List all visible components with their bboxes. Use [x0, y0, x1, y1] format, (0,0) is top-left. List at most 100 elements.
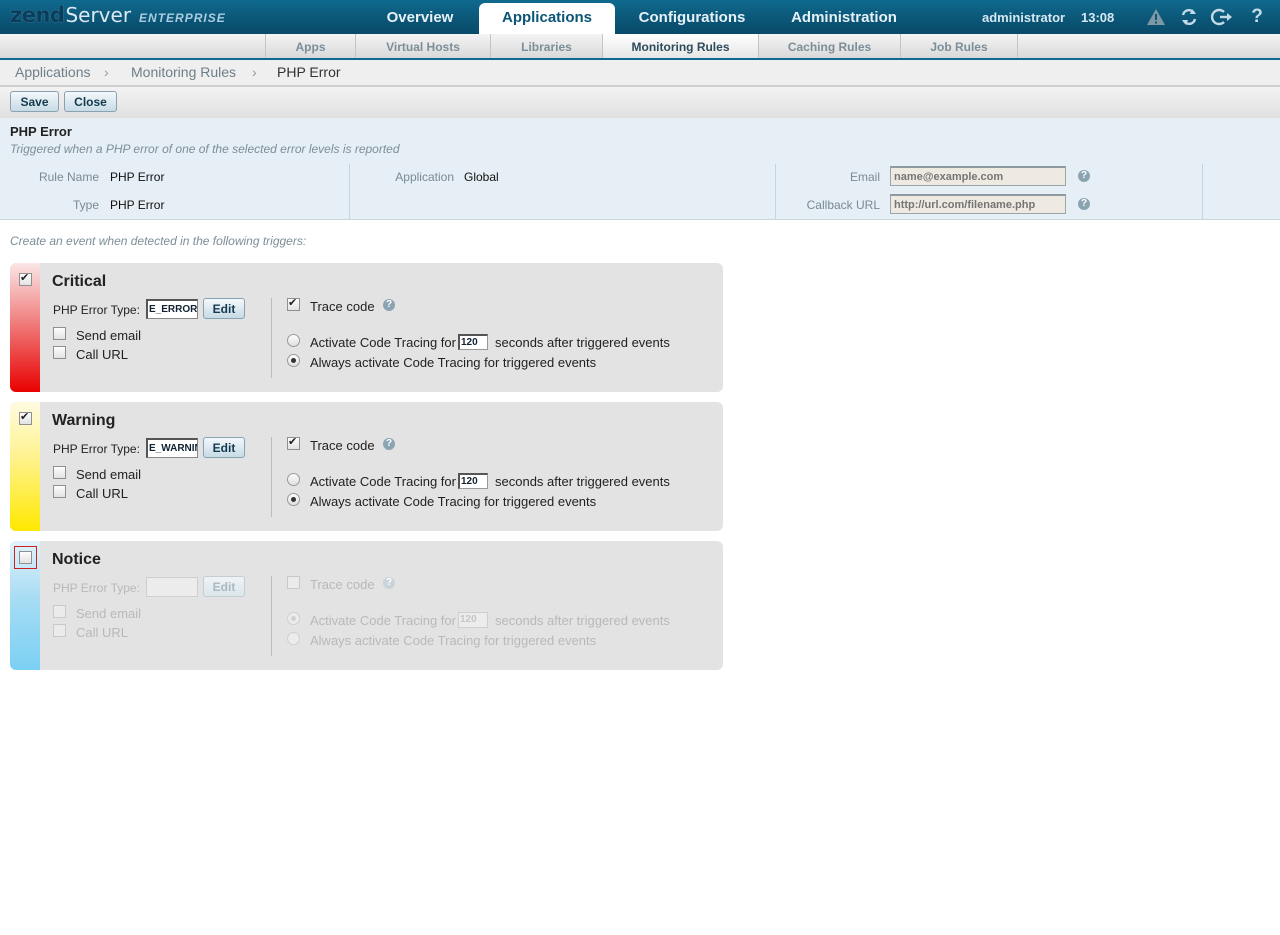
- rule-title: PHP Error: [10, 124, 72, 139]
- php-error-type-label: PHP Error Type:: [53, 581, 140, 595]
- top-navigation-bar: zend Server ENTERPRISE Overview Applicat…: [0, 0, 1280, 34]
- send-email-label: Send email: [76, 467, 142, 482]
- trigger-critical: Critical PHP Error Type: E_ERROR, Edit S…: [10, 263, 723, 392]
- send-email-checkbox[interactable]: [53, 327, 66, 340]
- main-tab-applications[interactable]: Applications: [479, 3, 615, 34]
- activate-tracing-suffix: seconds after triggered events: [495, 335, 670, 350]
- email-field[interactable]: [890, 166, 1066, 186]
- warning-icon[interactable]: [1145, 6, 1167, 28]
- trigger-warning: Warning PHP Error Type: E_WARNING Edit S…: [10, 402, 723, 531]
- save-button[interactable]: Save: [10, 91, 59, 112]
- edit-error-type-button[interactable]: Edit: [203, 576, 245, 597]
- breadcrumb-monitoring-rules[interactable]: Monitoring Rules: [131, 64, 236, 80]
- zend-server-logo: zend Server ENTERPRISE: [10, 3, 226, 31]
- always-activate-label: Always activate Code Tracing for trigger…: [310, 355, 597, 370]
- trigger-divider: [271, 298, 272, 378]
- php-error-type-label: PHP Error Type:: [53, 303, 140, 317]
- activate-tracing-suffix: seconds after triggered events: [495, 613, 670, 628]
- php-error-type-field[interactable]: [146, 577, 198, 597]
- always-activate-radio[interactable]: [287, 493, 300, 506]
- breadcrumb-applications[interactable]: Applications: [15, 64, 91, 80]
- send-email-checkbox[interactable]: [53, 466, 66, 479]
- php-error-type-field[interactable]: E_WARNING: [146, 438, 198, 458]
- subtab-monitoring-rules[interactable]: Monitoring Rules: [602, 34, 758, 58]
- tracing-seconds-field[interactable]: 120: [458, 334, 488, 350]
- refresh-icon[interactable]: [1178, 6, 1200, 28]
- callback-url-label: Callback URL: [806, 198, 880, 212]
- server-time: 13:08: [1081, 10, 1115, 25]
- php-error-type-field[interactable]: E_ERROR,: [146, 299, 198, 319]
- activate-tracing-radio[interactable]: [287, 334, 300, 347]
- logo-server-text: Server: [65, 3, 132, 27]
- close-button[interactable]: Close: [64, 91, 117, 112]
- activate-tracing-prefix: Activate Code Tracing for: [310, 474, 456, 489]
- always-activate-label: Always activate Code Tracing for trigger…: [310, 633, 597, 648]
- call-url-label: Call URL: [76, 486, 129, 501]
- info-divider: [775, 164, 776, 219]
- send-email-label: Send email: [76, 328, 142, 343]
- always-activate-label: Always activate Code Tracing for trigger…: [310, 494, 597, 509]
- activate-tracing-radio[interactable]: [287, 473, 300, 486]
- rule-name-label: Rule Name: [38, 170, 99, 184]
- triggers-intro: Create an event when detected in the fol…: [10, 234, 307, 248]
- activate-tracing-suffix: seconds after triggered events: [495, 474, 670, 489]
- trace-code-checkbox[interactable]: [287, 576, 300, 589]
- php-error-type-label: PHP Error Type:: [53, 442, 140, 456]
- trigger-name: Critical: [52, 273, 107, 290]
- send-email-checkbox[interactable]: [53, 605, 66, 618]
- sub-navigation-bar: Apps Virtual Hosts Libraries Monitoring …: [0, 34, 1280, 60]
- activate-tracing-prefix: Activate Code Tracing for: [310, 335, 456, 350]
- breadcrumb-separator: ›: [252, 64, 257, 80]
- callback-url-help-icon[interactable]: ?: [1078, 198, 1090, 210]
- tracing-seconds-field[interactable]: 120: [458, 612, 488, 628]
- trigger-name: Warning: [52, 412, 116, 429]
- help-icon[interactable]: ?: [1246, 6, 1268, 28]
- trigger-enable-checkbox[interactable]: [14, 546, 37, 569]
- callback-url-field[interactable]: [890, 194, 1066, 214]
- email-label: Email: [849, 170, 880, 184]
- edit-error-type-button[interactable]: Edit: [203, 298, 245, 319]
- always-activate-radio[interactable]: [287, 632, 300, 645]
- action-toolbar: Save Close: [0, 87, 1280, 119]
- subtab-apps[interactable]: Apps: [265, 34, 355, 58]
- trigger-enable-checkbox[interactable]: [19, 410, 32, 425]
- activate-tracing-prefix: Activate Code Tracing for: [310, 613, 456, 628]
- call-url-checkbox[interactable]: [53, 346, 66, 359]
- logo-edition-text: ENTERPRISE: [139, 11, 226, 25]
- subtab-virtual-hosts[interactable]: Virtual Hosts: [355, 34, 490, 58]
- application-value: Global: [464, 170, 499, 184]
- activate-tracing-radio[interactable]: [287, 612, 300, 625]
- rule-name-value: PHP Error: [110, 170, 165, 184]
- main-tab-administration[interactable]: Administration: [776, 0, 912, 34]
- rule-type-label: Type: [72, 198, 99, 212]
- breadcrumb: Applications › Monitoring Rules › PHP Er…: [0, 60, 1280, 87]
- edit-error-type-button[interactable]: Edit: [203, 437, 245, 458]
- trace-code-checkbox[interactable]: [287, 296, 300, 311]
- current-user[interactable]: administrator: [982, 10, 1065, 25]
- trace-code-help-icon[interactable]: ?: [383, 577, 395, 589]
- trace-code-help-icon[interactable]: ?: [383, 299, 395, 311]
- trigger-divider: [271, 437, 272, 517]
- call-url-checkbox[interactable]: [53, 624, 66, 637]
- always-activate-radio[interactable]: [287, 354, 300, 367]
- rule-description: Triggered when a PHP error of one of the…: [10, 142, 400, 156]
- send-email-label: Send email: [76, 606, 142, 621]
- trigger-enable-checkbox[interactable]: [19, 271, 32, 286]
- trace-code-checkbox[interactable]: [287, 435, 300, 450]
- tracing-seconds-field[interactable]: 120: [458, 473, 488, 489]
- subtab-job-rules[interactable]: Job Rules: [900, 34, 1018, 58]
- subtab-libraries[interactable]: Libraries: [490, 34, 602, 58]
- trace-code-label: Trace code: [310, 299, 375, 314]
- trace-code-help-icon[interactable]: ?: [383, 438, 395, 450]
- main-tab-configurations[interactable]: Configurations: [628, 0, 756, 34]
- subtab-caching-rules[interactable]: Caching Rules: [758, 34, 900, 58]
- trace-code-label: Trace code: [310, 438, 375, 453]
- logout-icon[interactable]: [1211, 6, 1233, 28]
- main-tab-overview[interactable]: Overview: [370, 0, 470, 34]
- email-help-icon[interactable]: ?: [1078, 170, 1090, 182]
- application-label: Application: [395, 170, 454, 184]
- call-url-checkbox[interactable]: [53, 485, 66, 498]
- trigger-divider: [271, 576, 272, 656]
- trace-code-label: Trace code: [310, 577, 375, 592]
- trigger-name: Notice: [52, 551, 101, 568]
